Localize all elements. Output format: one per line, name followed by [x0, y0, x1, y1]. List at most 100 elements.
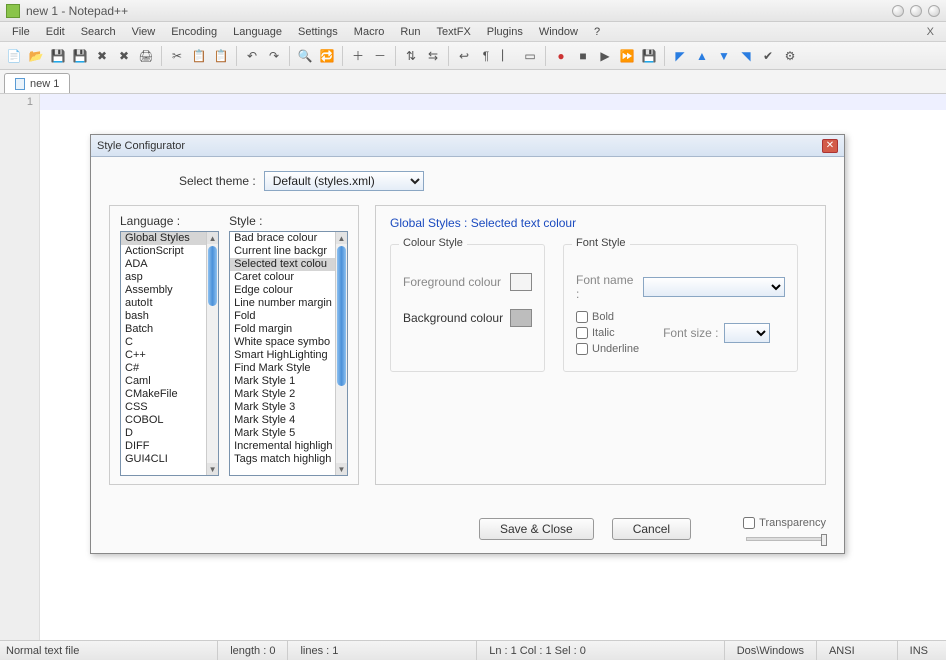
- scrollbar[interactable]: ▲ ▼: [206, 232, 218, 475]
- menu-textfx[interactable]: TextFX: [429, 26, 479, 38]
- list-item[interactable]: Current line backgr: [230, 245, 335, 258]
- list-item[interactable]: C: [121, 336, 206, 349]
- record-icon[interactable]: ●: [551, 46, 571, 66]
- list-item[interactable]: CSS: [121, 401, 206, 414]
- undo-icon[interactable]: ↶: [242, 46, 262, 66]
- font-size-select[interactable]: [724, 323, 770, 343]
- menu-macro[interactable]: Macro: [346, 26, 393, 38]
- scroll-thumb[interactable]: [337, 246, 346, 386]
- list-item[interactable]: Smart HighLighting: [230, 349, 335, 362]
- menu-edit[interactable]: Edit: [38, 26, 73, 38]
- stop-icon[interactable]: ■: [573, 46, 593, 66]
- list-item[interactable]: Tags match highligh: [230, 453, 335, 466]
- transparency-slider[interactable]: [746, 537, 826, 541]
- window-maximize[interactable]: [910, 5, 922, 17]
- tab-new-1[interactable]: new 1: [4, 73, 70, 93]
- save-icon[interactable]: 💾: [48, 46, 68, 66]
- list-item[interactable]: Mark Style 2: [230, 388, 335, 401]
- slider-knob[interactable]: [821, 534, 827, 546]
- list-item[interactable]: Mark Style 5: [230, 427, 335, 440]
- list-item[interactable]: D: [121, 427, 206, 440]
- sync-v-icon[interactable]: ⇅: [401, 46, 421, 66]
- save-close-button[interactable]: Save & Close: [479, 518, 594, 540]
- save-macro-icon[interactable]: 💾: [639, 46, 659, 66]
- menu-window[interactable]: Window: [531, 26, 586, 38]
- list-item[interactable]: CMakeFile: [121, 388, 206, 401]
- list-item[interactable]: Edge colour: [230, 284, 335, 297]
- list-item[interactable]: C++: [121, 349, 206, 362]
- tri-left-icon[interactable]: ◤: [670, 46, 690, 66]
- close-icon[interactable]: ✖: [92, 46, 112, 66]
- foreground-colour-swatch[interactable]: [510, 273, 532, 291]
- scroll-down-icon[interactable]: ▼: [207, 463, 218, 475]
- window-close[interactable]: [928, 5, 940, 17]
- tri-up-icon[interactable]: ▲: [692, 46, 712, 66]
- settings-icon[interactable]: ⚙: [780, 46, 800, 66]
- menu-help[interactable]: ?: [586, 26, 608, 38]
- list-item[interactable]: Assembly: [121, 284, 206, 297]
- theme-select[interactable]: Default (styles.xml): [264, 171, 424, 191]
- scrollbar[interactable]: ▲ ▼: [335, 232, 347, 475]
- redo-icon[interactable]: ↷: [264, 46, 284, 66]
- print-icon[interactable]: 🖨: [136, 46, 156, 66]
- scroll-down-icon[interactable]: ▼: [336, 463, 347, 475]
- list-item[interactable]: Caml: [121, 375, 206, 388]
- dialog-close-button[interactable]: ✕: [822, 139, 838, 153]
- spellcheck-icon[interactable]: ✔: [758, 46, 778, 66]
- list-item[interactable]: Bad brace colour: [230, 232, 335, 245]
- list-item[interactable]: Mark Style 1: [230, 375, 335, 388]
- bold-checkbox[interactable]: [576, 311, 588, 323]
- list-item[interactable]: autoIt: [121, 297, 206, 310]
- menu-file[interactable]: File: [4, 26, 38, 38]
- list-item[interactable]: Batch: [121, 323, 206, 336]
- transparency-checkbox[interactable]: [743, 517, 755, 529]
- list-item[interactable]: Global Styles: [121, 232, 206, 245]
- menu-search[interactable]: Search: [73, 26, 124, 38]
- folder-margin-icon[interactable]: ▭: [520, 46, 540, 66]
- scroll-up-icon[interactable]: ▲: [207, 232, 218, 244]
- play-multi-icon[interactable]: ⏩: [617, 46, 637, 66]
- menu-plugins[interactable]: Plugins: [479, 26, 531, 38]
- list-item[interactable]: Fold margin: [230, 323, 335, 336]
- wrap-icon[interactable]: ↩: [454, 46, 474, 66]
- list-item[interactable]: Mark Style 3: [230, 401, 335, 414]
- list-item[interactable]: DIFF: [121, 440, 206, 453]
- menu-settings[interactable]: Settings: [290, 26, 346, 38]
- font-name-select[interactable]: [643, 277, 785, 297]
- cut-icon[interactable]: ✂: [167, 46, 187, 66]
- list-item[interactable]: Find Mark Style: [230, 362, 335, 375]
- list-item[interactable]: asp: [121, 271, 206, 284]
- tri-right-icon[interactable]: ◥: [736, 46, 756, 66]
- style-listbox[interactable]: Bad brace colourCurrent line backgrSelec…: [229, 231, 348, 476]
- menu-run[interactable]: Run: [392, 26, 428, 38]
- list-item[interactable]: Incremental highligh: [230, 440, 335, 453]
- list-item[interactable]: Caret colour: [230, 271, 335, 284]
- open-file-icon[interactable]: 📂: [26, 46, 46, 66]
- copy-icon[interactable]: 📋: [189, 46, 209, 66]
- find-icon[interactable]: 🔍: [295, 46, 315, 66]
- list-item[interactable]: GUI4CLI: [121, 453, 206, 466]
- list-item[interactable]: Line number margin: [230, 297, 335, 310]
- play-icon[interactable]: ▶: [595, 46, 615, 66]
- paste-icon[interactable]: 📋: [211, 46, 231, 66]
- indent-guide-icon[interactable]: ⎸: [498, 46, 518, 66]
- list-item[interactable]: COBOL: [121, 414, 206, 427]
- list-item[interactable]: White space symbo: [230, 336, 335, 349]
- window-minimize[interactable]: [892, 5, 904, 17]
- cancel-button[interactable]: Cancel: [612, 518, 691, 540]
- list-item[interactable]: Fold: [230, 310, 335, 323]
- sync-h-icon[interactable]: ⇆: [423, 46, 443, 66]
- doc-close-x[interactable]: X: [919, 26, 942, 38]
- list-item[interactable]: bash: [121, 310, 206, 323]
- list-item[interactable]: Selected text colou: [230, 258, 335, 271]
- save-all-icon[interactable]: 💾: [70, 46, 90, 66]
- menu-language[interactable]: Language: [225, 26, 290, 38]
- list-item[interactable]: C#: [121, 362, 206, 375]
- dialog-titlebar[interactable]: Style Configurator ✕: [91, 135, 844, 157]
- scroll-thumb[interactable]: [208, 246, 217, 306]
- background-colour-swatch[interactable]: [510, 309, 532, 327]
- show-all-icon[interactable]: ¶: [476, 46, 496, 66]
- language-listbox[interactable]: Global StylesActionScriptADAaspAssemblya…: [120, 231, 219, 476]
- zoom-out-icon[interactable]: －: [370, 46, 390, 66]
- scroll-up-icon[interactable]: ▲: [336, 232, 347, 244]
